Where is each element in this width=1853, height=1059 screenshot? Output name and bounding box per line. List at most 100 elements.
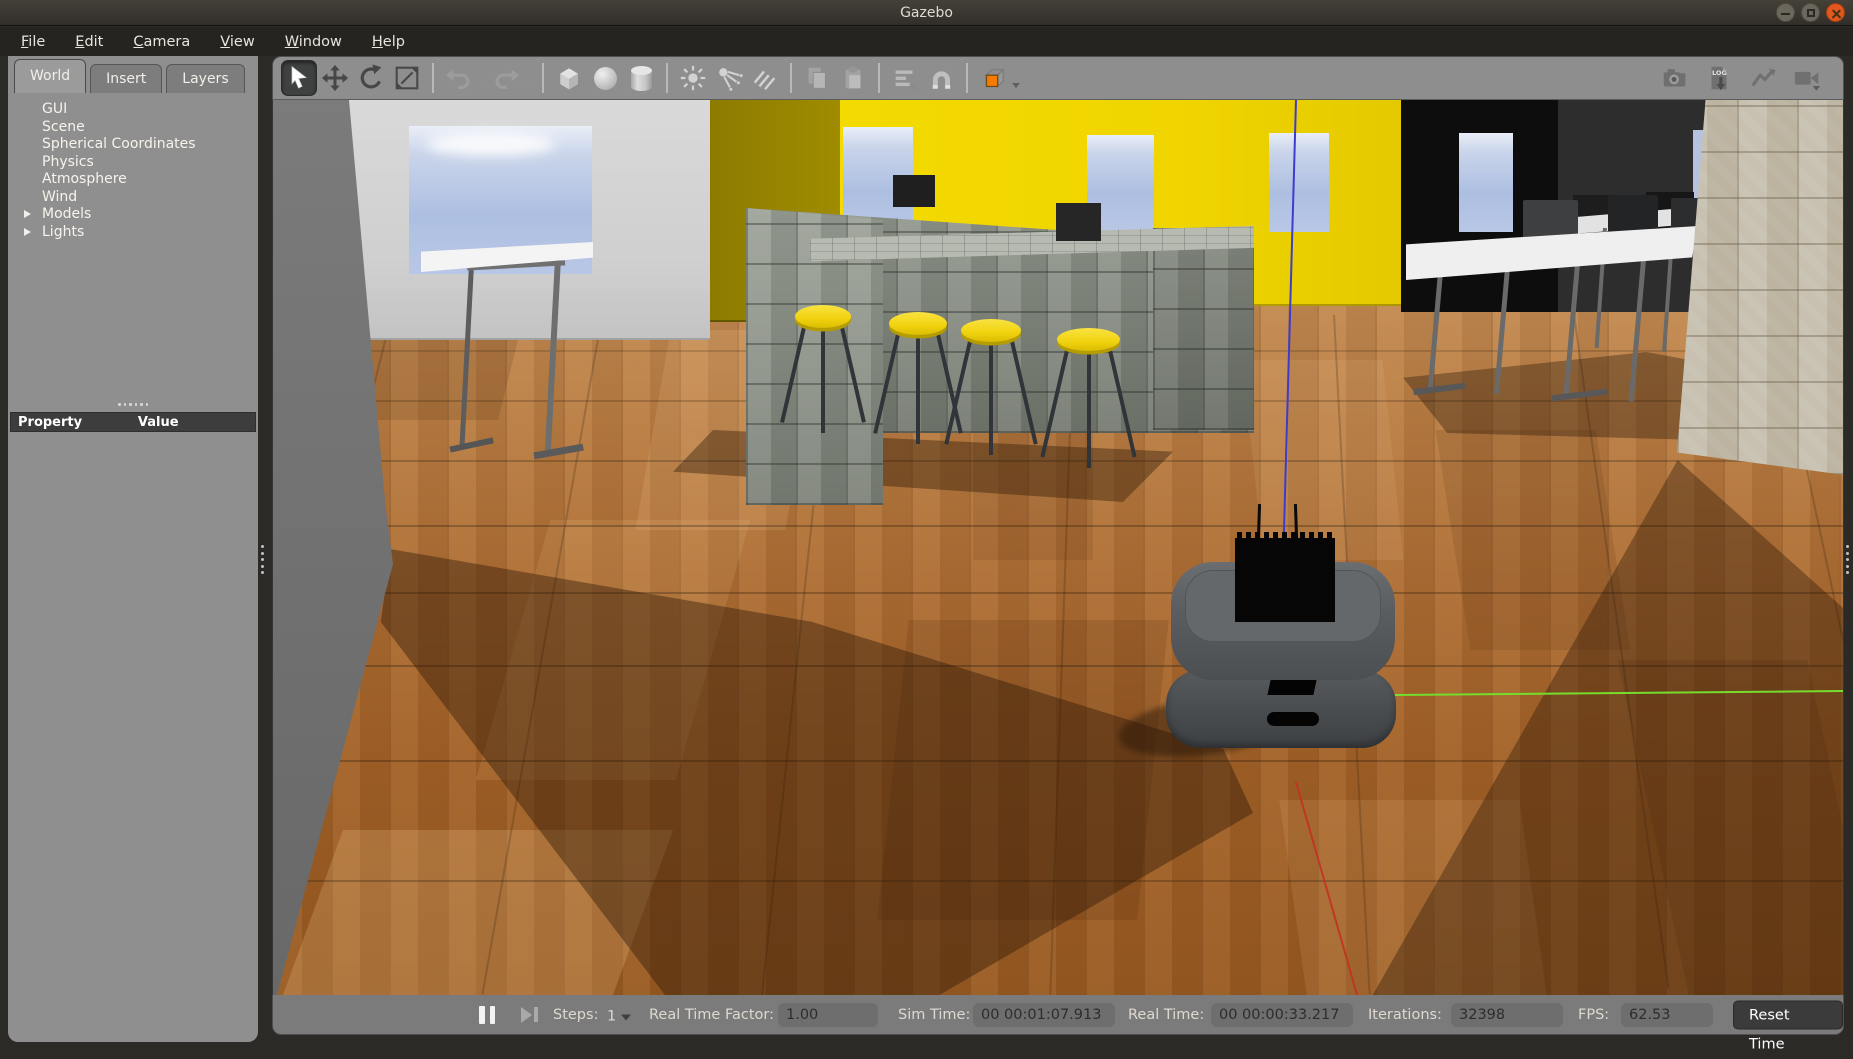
- snap-button[interactable]: [923, 60, 959, 96]
- step-button[interactable]: [521, 1007, 538, 1023]
- screenshot-button[interactable]: [1657, 60, 1693, 96]
- real-time-field: 00 00:00:33.217: [1211, 1003, 1353, 1027]
- expand-arrow-icon[interactable]: [24, 210, 31, 218]
- iterations-field: 32398: [1451, 1003, 1563, 1027]
- paste-button[interactable]: [835, 60, 871, 96]
- world-tree: GUI Scene Spherical Coordinates Physics …: [8, 101, 258, 241]
- align-button[interactable]: [887, 60, 923, 96]
- tab-layers[interactable]: Layers: [166, 64, 244, 93]
- tree-item-scene[interactable]: Scene: [8, 119, 258, 137]
- redo-arrow-icon: [491, 63, 521, 93]
- view-angle-dropdown-icon[interactable]: [1012, 83, 1020, 88]
- steps-selector[interactable]: 1: [607, 1005, 631, 1024]
- tab-insert[interactable]: Insert: [90, 64, 162, 93]
- reset-time-button[interactable]: Reset Time: [1733, 1000, 1843, 1029]
- bar-tv: [1056, 203, 1101, 241]
- panel-splitter-handle[interactable]: [8, 403, 258, 406]
- white-wall[interactable]: [333, 100, 710, 340]
- bar-tv: [893, 175, 935, 207]
- view-cube-icon: [978, 63, 1008, 93]
- record-video-button[interactable]: [1789, 60, 1825, 96]
- log-record-icon: LOG: [1704, 63, 1734, 93]
- menu-view[interactable]: View: [209, 31, 265, 53]
- menu-help[interactable]: Help: [361, 31, 416, 53]
- plot-button[interactable]: [1745, 60, 1781, 96]
- toolbar-separator: [790, 63, 792, 93]
- menu-file[interactable]: File: [10, 31, 56, 53]
- robot-payload-box: [1235, 538, 1335, 622]
- expand-arrow-icon[interactable]: [24, 228, 31, 236]
- window-controls: [1776, 3, 1845, 22]
- tab-world[interactable]: World: [14, 59, 86, 93]
- sim-time-field: 00 00:01:07.913: [973, 1003, 1115, 1027]
- steps-dropdown-icon: [621, 1014, 631, 1020]
- tree-item-wind[interactable]: Wind: [8, 189, 258, 207]
- tree-item-models[interactable]: Models: [8, 206, 258, 224]
- undo-dropdown-icon[interactable]: [478, 83, 486, 88]
- minimize-icon: [1781, 13, 1790, 15]
- panel-tabs: World Insert Layers: [8, 56, 258, 93]
- align-icon: [890, 63, 920, 93]
- tree-item-atmosphere[interactable]: Atmosphere: [8, 171, 258, 189]
- toolbar-separator: [542, 63, 544, 93]
- rotate-tool-button[interactable]: [353, 60, 389, 96]
- toolbar-separator: [432, 63, 434, 93]
- steps-label: Steps:: [553, 1007, 598, 1023]
- toolbar-right-group: LOG: [1657, 60, 1835, 96]
- pause-button[interactable]: [479, 1006, 495, 1024]
- insert-sphere-button[interactable]: [587, 60, 623, 96]
- undo-button[interactable]: [441, 60, 477, 96]
- tree-item-gui[interactable]: GUI: [8, 101, 258, 119]
- menu-camera[interactable]: Camera: [122, 31, 201, 53]
- value-column-header[interactable]: Value: [138, 415, 255, 430]
- tree-item-lights[interactable]: Lights: [8, 224, 258, 242]
- right-splitter-handle[interactable]: [1846, 545, 1849, 574]
- data-logger-button[interactable]: LOG: [1701, 60, 1737, 96]
- translate-tool-button[interactable]: [317, 60, 353, 96]
- pause-icon: [479, 1006, 485, 1024]
- vertical-splitter-handle[interactable]: [261, 545, 264, 574]
- spot-light-button[interactable]: [711, 60, 747, 96]
- copy-button[interactable]: [799, 60, 835, 96]
- sim-time-label: Sim Time:: [898, 1007, 970, 1023]
- property-column-header[interactable]: Property: [11, 415, 138, 430]
- point-light-button[interactable]: [675, 60, 711, 96]
- tree-item-spherical-coordinates[interactable]: Spherical Coordinates: [8, 136, 258, 154]
- copy-icon: [802, 63, 832, 93]
- paste-icon: [838, 63, 868, 93]
- model-stone-pillar[interactable]: [1677, 100, 1844, 475]
- redo-dropdown-icon[interactable]: [525, 83, 533, 88]
- cursor-arrow-icon: [285, 64, 313, 92]
- svg-text:LOG: LOG: [1712, 69, 1727, 77]
- menu-edit[interactable]: Edit: [64, 31, 114, 53]
- camera-icon: [1660, 63, 1690, 93]
- render-widget: LOG: [272, 56, 1844, 1035]
- spot-light-icon: [714, 63, 744, 93]
- rotate-arrows-icon: [356, 63, 386, 93]
- toolbar-separator: [966, 63, 968, 93]
- maximize-button[interactable]: [1801, 3, 1820, 22]
- view-angle-button[interactable]: [975, 60, 1011, 96]
- close-button[interactable]: [1826, 3, 1845, 22]
- directional-light-button[interactable]: [747, 60, 783, 96]
- world-panel: World Insert Layers GUI Scene Spherical …: [8, 56, 258, 1042]
- insert-cylinder-button[interactable]: [623, 60, 659, 96]
- window-sky: [1269, 133, 1329, 232]
- fps-field: 62.53: [1621, 1003, 1713, 1027]
- magnet-icon: [926, 63, 956, 93]
- property-table-header: Property Value: [10, 412, 256, 432]
- cloud: [427, 132, 555, 156]
- minimize-button[interactable]: [1776, 3, 1795, 22]
- floor-grid-line: [273, 525, 1844, 527]
- redo-button[interactable]: [488, 60, 524, 96]
- scale-tool-button[interactable]: [389, 60, 425, 96]
- viewport-3d[interactable]: [272, 100, 1844, 995]
- tree-item-physics[interactable]: Physics: [8, 154, 258, 172]
- fps-label: FPS:: [1578, 1007, 1609, 1023]
- title-bar[interactable]: Gazebo: [0, 0, 1853, 26]
- toolbar-separator: [666, 63, 668, 93]
- select-tool-button[interactable]: [281, 60, 317, 96]
- insert-box-button[interactable]: [551, 60, 587, 96]
- menu-window[interactable]: Window: [274, 31, 353, 53]
- sun-icon: [678, 63, 708, 93]
